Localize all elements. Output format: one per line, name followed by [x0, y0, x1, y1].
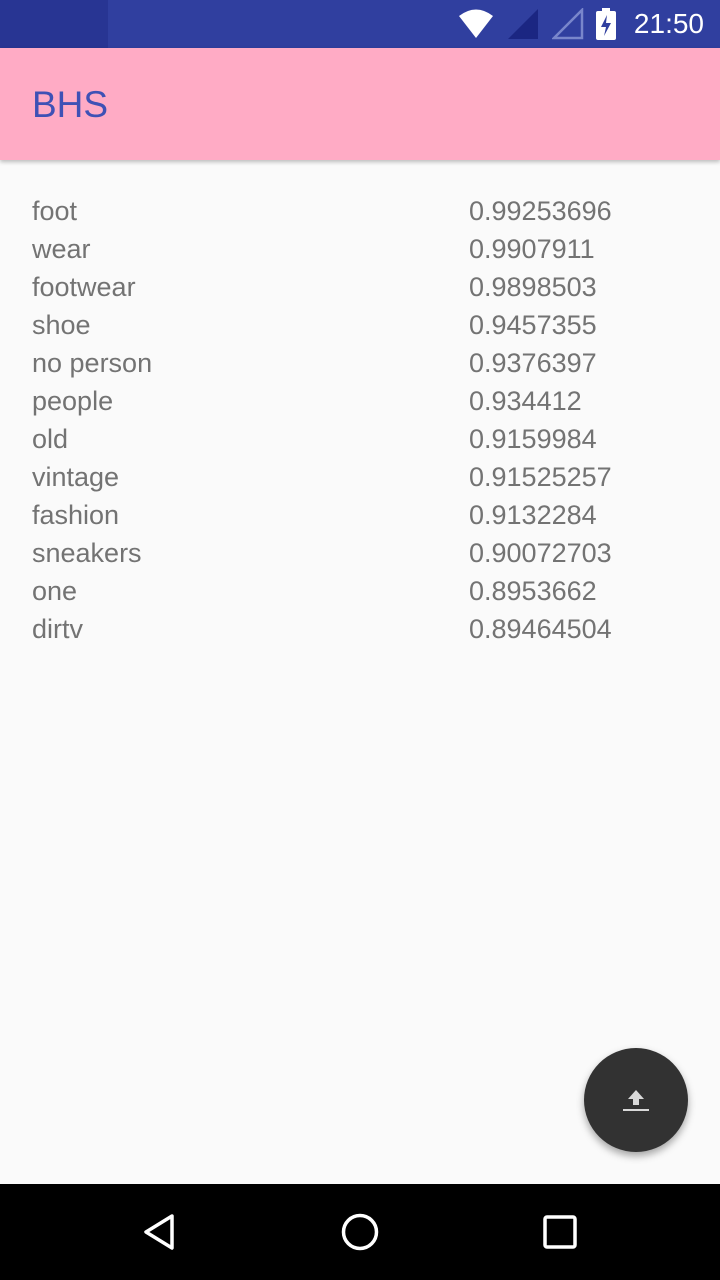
label-name: wear [32, 234, 91, 264]
back-icon [144, 1214, 174, 1250]
label-score: 0.934412 [469, 386, 582, 416]
label-name: foot [32, 196, 78, 226]
label-name: dirtv [32, 614, 84, 644]
back-button[interactable] [100, 1184, 220, 1280]
label-score: 0.9898503 [469, 272, 597, 302]
label-name: footwear [32, 272, 136, 302]
label-name: one [32, 576, 78, 606]
recents-icon [543, 1215, 577, 1249]
status-bar: 21:50 [0, 0, 720, 48]
label-score: 0.9376397 [469, 348, 597, 378]
list-item: people 0.934412 [0, 382, 720, 420]
list-item: dirtv 0.89464504 [0, 610, 720, 648]
list-item: foot 0.99253696 [0, 192, 720, 230]
list-item: no person 0.9376397 [0, 344, 720, 382]
app-bar: BHS [0, 48, 720, 160]
wifi-icon [458, 9, 493, 38]
upload-button[interactable] [584, 1048, 688, 1152]
list-item: vintage 0.91525257 [0, 458, 720, 496]
list-item: one 0.8953662 [0, 572, 720, 610]
label-name: people [32, 386, 114, 416]
list-item: wear 0.9907911 [0, 230, 720, 268]
label-name: no person [32, 348, 153, 378]
label-name: sneakers [32, 538, 142, 568]
label-score: 0.9132284 [469, 500, 597, 530]
signal-empty-icon [551, 8, 584, 40]
app-title: BHS [32, 84, 109, 125]
label-name: fashion [32, 500, 120, 530]
status-time: 21:50 [633, 8, 704, 39]
label-score: 0.9907911 [469, 234, 595, 264]
label-score: 0.99253696 [469, 196, 612, 226]
recents-button[interactable] [500, 1184, 620, 1280]
label-name: shoe [32, 310, 91, 340]
label-name: vintage [32, 462, 120, 492]
label-score: 0.9457355 [469, 310, 597, 340]
list-item: sneakers 0.90072703 [0, 534, 720, 572]
home-icon [341, 1213, 379, 1251]
label-score: 0.90072703 [469, 538, 612, 568]
list-item: shoe 0.9457355 [0, 306, 720, 344]
label-score: 0.8953662 [469, 576, 597, 606]
label-list: foot 0.99253696 wear 0.9907911 footwear … [0, 192, 720, 648]
label-score: 0.91525257 [469, 462, 612, 492]
battery-charging-icon [595, 8, 616, 40]
label-score: 0.9159984 [469, 424, 597, 454]
list-item: fashion 0.9132284 [0, 496, 720, 534]
label-name: old [32, 424, 69, 454]
navigation-bar [0, 1184, 720, 1280]
list-item: footwear 0.9898503 [0, 268, 720, 306]
signal-icon [507, 9, 538, 39]
label-score: 0.89464504 [469, 614, 612, 644]
notification-area [0, 0, 108, 48]
status-icons: 21:50 [458, 0, 704, 48]
list-item: old 0.9159984 [0, 420, 720, 458]
home-button[interactable] [300, 1184, 420, 1280]
upload-icon [623, 1090, 649, 1111]
